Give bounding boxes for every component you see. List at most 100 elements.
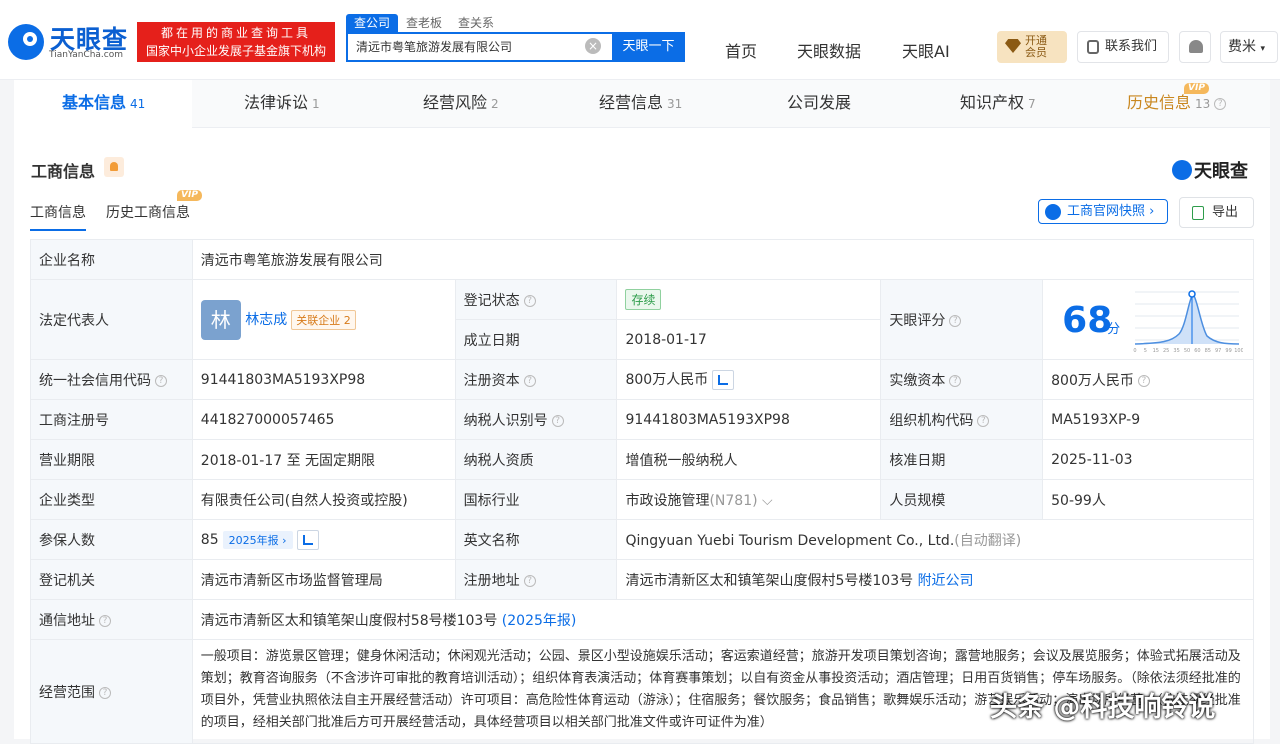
contact-addr-report-link[interactable]: (2025年报) [502,613,577,629]
tab-ip[interactable]: 知识产权 7 [960,80,1036,128]
tab-label: 基本信息 [62,93,127,112]
nav-ai[interactable]: 天眼AI [902,38,950,62]
nav-home[interactable]: 首页 [725,38,757,62]
nearby-companies-link[interactable]: 附近公司 [918,573,974,589]
label-reg-no: 工商注册号 [30,399,193,440]
bell-icon[interactable] [104,157,124,177]
found-date: 2018-01-17 [616,319,882,360]
search-tab-company[interactable]: 查公司 [346,14,399,32]
chart-icon[interactable] [712,370,735,390]
tick-label: 99 [1226,348,1232,354]
help-icon[interactable]: ? [523,374,536,387]
subtab-history-business-info[interactable]: 历史工商信息 [106,202,190,222]
annual-report-badge[interactable]: 2025年报 › [222,530,293,549]
insured-count: 85 [200,531,219,548]
tab-litigation[interactable]: 法律诉讼 1 [244,80,320,128]
slogan-line2: 国家中小企业发展子基金旗下机构 [145,44,326,58]
score-cell[interactable]: 68 分 0 5 15 25 35 50 60 85 97 99 100 [1042,279,1254,360]
term: 2018-01-17 至 无固定期限 [191,439,456,480]
contact-label: 联系我们 [1105,39,1158,54]
tab-history[interactable]: 历史信息 13? [1127,80,1227,128]
tianyancha-logo-icon[interactable] [6,22,46,62]
label-text: 天眼评分 [889,312,946,329]
user-menu[interactable]: 费米 ▾ [1220,31,1278,63]
help-icon[interactable]: ? [523,294,536,307]
help-icon[interactable]: ? [977,414,990,427]
label-company-name: 企业名称 [30,239,193,280]
chart-glyph [718,375,729,385]
help-icon[interactable]: ? [523,574,536,587]
status-badge: 存续 [625,289,662,310]
company-type: 有限责任公司(自然人投资或控股) [191,479,456,520]
industry-cell[interactable]: 市政设施管理(N781) ⌵ [616,479,882,520]
subtab-business-info[interactable]: 工商信息 [30,202,86,231]
label-text: 注册地址 [463,572,520,589]
label-reg-capital: 注册资本? [454,359,618,400]
tab-development[interactable]: 公司发展 [787,80,851,128]
phone-icon [1087,40,1099,54]
help-icon[interactable]: ? [1214,97,1227,110]
label-score: 天眼评分? [880,279,1044,360]
help-icon[interactable]: ? [99,614,111,627]
help-icon[interactable]: ? [949,314,962,327]
tab-label: 经营风险 [423,93,488,112]
tab-count: 41 [130,97,146,111]
score-value: 68 [1062,300,1113,341]
section-title: 工商信息 [31,162,96,181]
score-distribution-chart: 0 5 15 25 35 50 60 85 97 99 100 [1134,290,1243,354]
tab-label: 经营信息 [599,93,664,112]
logo-subtitle: TianYanCha.com [49,50,124,60]
related-company-badge[interactable]: 关联企业 2 [291,309,356,330]
top-bar: 天眼查 TianYanCha.com 都在用的商业查询工具 国家中小企业发展子基… [0,0,1280,80]
insured-cell: 85 2025年报 › [191,519,456,560]
tab-risk[interactable]: 经营风险 2 [423,80,499,128]
help-icon[interactable]: ? [99,686,111,699]
export-button[interactable]: 导出 [1179,197,1254,228]
chart-icon[interactable] [296,529,319,550]
label-tax-qual: 纳税人资质 [454,439,618,480]
search-button[interactable]: 天眼一下 [612,32,685,62]
label-text: 实缴资本 [889,372,946,389]
chevron-down-icon: ⌵ [762,492,773,509]
score-unit: 分 [1107,322,1121,337]
tick-label: 15 [1153,348,1159,354]
tax-qual: 增值税一般纳税人 [616,439,882,480]
slogan-line1: 都在用的商业查询工具 [160,26,311,40]
tick-label: 5 [1144,348,1147,354]
tab-label: 法律诉讼 [244,93,309,112]
clear-icon[interactable]: × [585,38,601,54]
label-org-code: 组织机构代码? [880,399,1044,440]
tab-basic-info[interactable]: 基本信息 41 [62,80,145,128]
help-icon[interactable]: ? [551,414,564,427]
vip-button[interactable]: 开通 会员 [997,31,1067,63]
label-text: 纳税人识别号 [463,412,548,429]
label-type: 企业类型 [30,479,193,520]
watermark: 头条 @科技响铃说 [990,692,1216,723]
report-label: 2025年报 [228,533,279,547]
diamond-icon [1005,39,1021,53]
industry-code: (N781) [709,492,758,509]
help-icon[interactable]: ? [155,374,167,387]
excel-icon [1192,206,1204,220]
authority: 清远市清新区市场监督管理局 [191,559,456,600]
legal-rep-link[interactable]: 林志成 [245,312,287,328]
help-icon[interactable]: ? [949,374,962,387]
paid-capital: 800万人民币 [1051,372,1134,389]
tick-label: 97 [1215,348,1221,354]
search-tab-boss[interactable]: 查老板 [398,14,450,32]
notification-button[interactable] [1179,31,1211,63]
help-icon[interactable]: ? [1137,374,1150,387]
label-legal-rep: 法定代表人 [30,279,193,360]
search-input[interactable]: 清远市粤笔旅游发展有限公司 [346,32,614,62]
label-industry: 国标行业 [454,479,618,520]
label-text: 通信地址 [39,612,95,629]
avatar[interactable]: 林 [200,299,241,340]
nav-data[interactable]: 天眼数据 [797,38,861,62]
search-type-tabs: 查公司 查老板 查关系 [346,14,502,32]
snapshot-button[interactable]: 工商官网快照 › [1038,199,1168,224]
tab-operation[interactable]: 经营信息 31 [599,80,682,128]
search-tab-relation[interactable]: 查关系 [450,14,502,32]
contact-button[interactable]: 联系我们 [1077,31,1169,63]
org-code: MA5193XP-9 [1042,399,1254,440]
label-credit-code: 统一社会信用代码? [30,359,193,400]
